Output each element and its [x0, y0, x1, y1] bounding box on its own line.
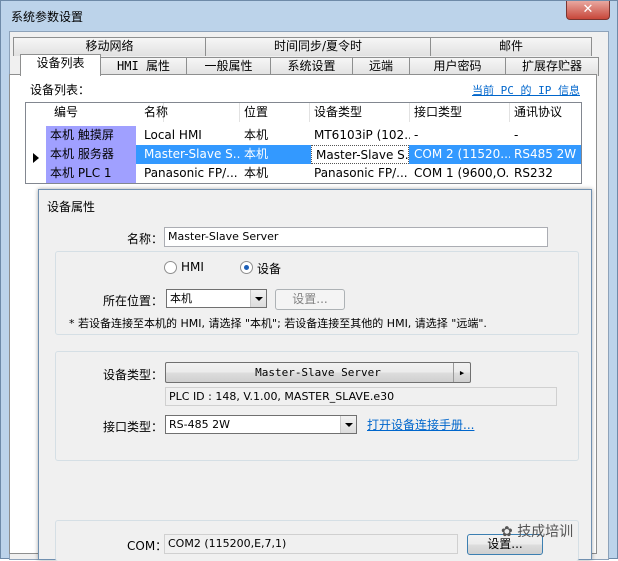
- device-type-value: Master-Slave Server: [255, 366, 381, 379]
- row-name: Panasonic FP/...: [144, 166, 238, 180]
- device-radio-label: 设备: [257, 262, 282, 276]
- interface-select-value: RS-485 2W: [169, 418, 230, 431]
- dialog-title: 设备属性: [47, 200, 96, 214]
- chevron-down-icon: [340, 416, 356, 433]
- row-type: Panasonic FP/...: [314, 166, 408, 180]
- row-pointer-icon: [33, 153, 39, 163]
- title-bar: 系统参数设置 ✕: [1, 1, 617, 31]
- wechat-icon: ✿: [501, 524, 518, 540]
- name-label: 名称：: [127, 232, 164, 246]
- chevron-down-icon: [250, 290, 266, 307]
- interface-select[interactable]: RS-485 2W: [165, 415, 357, 434]
- row-location: 本机: [244, 128, 269, 142]
- row-interface: -: [414, 128, 419, 142]
- tab-time-sync[interactable]: 时间同步/夏令时: [205, 37, 431, 56]
- hmi-radio-label: HMI: [181, 260, 204, 274]
- com-label: COM：: [127, 539, 168, 553]
- tab-device-list[interactable]: 设备列表: [20, 54, 101, 76]
- row-type: MT6103iP (102...: [314, 128, 410, 142]
- tab-email[interactable]: 邮件: [430, 37, 592, 56]
- device-list-label: 设备列表：: [30, 83, 91, 97]
- plc-info-field: PLC ID : 148, V.1.00, MASTER_SLAVE.e30: [165, 387, 557, 406]
- device-type-button[interactable]: Master-Slave Server ▸: [165, 362, 471, 383]
- location-settings-button[interactable]: 设置...: [275, 289, 345, 310]
- location-select-value: 本机: [170, 292, 192, 305]
- row-name: Master-Slave S...: [144, 147, 240, 161]
- hmi-radio[interactable]: [164, 261, 177, 274]
- system-params-window: 系统参数设置 ✕ 移动网络 时间同步/夏令时 邮件 设备列表 HMI 属性 一般…: [0, 0, 618, 561]
- table-row-selected[interactable]: 本机 服务器 Master-Slave S... 本机 Master-Slave…: [46, 145, 581, 164]
- pc-ip-info-link[interactable]: 当前 PC 的 IP 信息: [472, 82, 580, 98]
- row-id: 本机 触摸屏: [46, 126, 136, 145]
- device-type-label: 设备类型：: [103, 368, 164, 382]
- row-location: 本机: [244, 166, 269, 180]
- window-title: 系统参数设置: [11, 10, 84, 24]
- device-properties-dialog: 设备属性 名称： Master-Slave Server HMI 设备 所在位置…: [38, 189, 592, 561]
- column-header-type[interactable]: 设备类型: [310, 103, 410, 122]
- column-header-interface[interactable]: 接口类型: [410, 103, 510, 122]
- location-note: * 若设备连接至本机的 HMI, 请选择 "本机"; 若设备连接至其他的 HMI…: [69, 317, 487, 330]
- row-interface: COM 2 (11520...: [414, 147, 510, 161]
- row-name: Local HMI: [144, 128, 202, 142]
- row-id: 本机 服务器: [46, 145, 136, 164]
- location-label: 所在位置：: [103, 294, 164, 308]
- device-radio[interactable]: [240, 261, 253, 274]
- row-protocol: RS485 2W: [514, 147, 577, 161]
- com-field: COM2 (115200,E,7,1): [164, 534, 458, 554]
- row-id: 本机 PLC 1: [46, 164, 136, 183]
- watermark-text: 技成培训: [517, 524, 574, 540]
- column-header-name[interactable]: 名称: [140, 103, 240, 122]
- row-protocol: RS232: [514, 166, 553, 180]
- column-header-protocol[interactable]: 通讯协议: [510, 103, 581, 122]
- row-location: 本机: [244, 147, 269, 161]
- play-arrow-icon: ▸: [453, 363, 470, 382]
- close-button[interactable]: ✕: [566, 1, 610, 20]
- table-row[interactable]: 本机 PLC 1 Panasonic FP/... 本机 Panasonic F…: [26, 164, 581, 183]
- table-header: 编号 名称 位置 设备类型 接口类型 通讯协议: [26, 103, 581, 122]
- interface-label: 接口类型：: [103, 420, 164, 434]
- row-interface: COM 1 (9600,O...: [414, 166, 510, 180]
- name-field[interactable]: Master-Slave Server: [164, 227, 548, 247]
- device-table: 编号 名称 位置 设备类型 接口类型 通讯协议 本机 触摸屏 Local HMI…: [25, 102, 582, 184]
- watermark: ✿ 技成培训: [501, 521, 573, 541]
- device-manual-link[interactable]: 打开设备连接手册...: [367, 416, 474, 433]
- table-row[interactable]: 本机 触摸屏 Local HMI 本机 MT6103iP (102... - -: [26, 126, 581, 145]
- row-protocol: -: [514, 128, 519, 142]
- row-type: Master-Slave S...: [311, 145, 409, 164]
- location-select[interactable]: 本机: [166, 289, 267, 308]
- column-header-location[interactable]: 位置: [240, 103, 310, 122]
